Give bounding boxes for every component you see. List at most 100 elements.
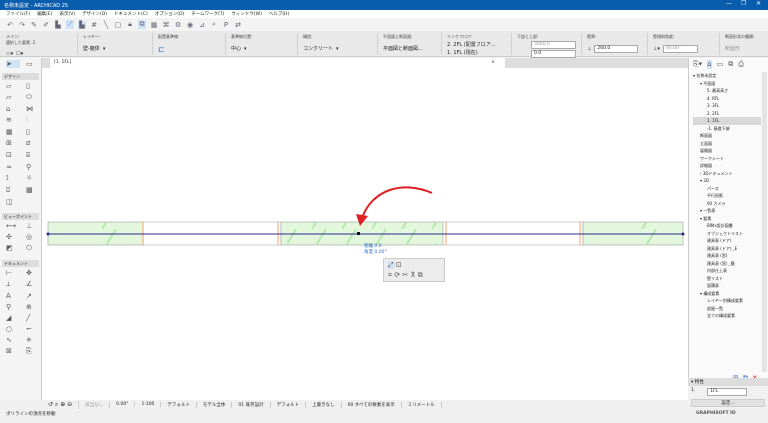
panel-tool-icon[interactable]: ◫ bbox=[6, 198, 20, 206]
spline-tool-icon[interactable]: ∿ bbox=[6, 336, 20, 344]
tree-item[interactable]: ▾ 一覧表 bbox=[693, 207, 761, 215]
detail-tool-icon[interactable]: ◩ bbox=[6, 244, 20, 252]
tree-item[interactable]: 建具表 (ドア) _E bbox=[693, 245, 761, 253]
roof-tool-icon[interactable]: ⌂ bbox=[6, 105, 20, 113]
tree-item[interactable]: › 3Dドキュメント bbox=[693, 170, 761, 178]
zoom-icon[interactable]: ⌕ bbox=[210, 20, 218, 29]
tree-item[interactable]: ▾ 名称未設定 bbox=[693, 72, 761, 80]
publisher-icon[interactable]: ⎙ bbox=[738, 60, 744, 69]
label-tool-icon[interactable]: ↗ bbox=[26, 292, 40, 300]
slab-tool-icon[interactable]: ⬭ bbox=[26, 93, 40, 102]
layout-book-icon[interactable]: ⧉ bbox=[728, 60, 733, 69]
home-story[interactable]: 1. 1FL (現在) bbox=[447, 49, 478, 56]
view-map-icon[interactable]: ▭ bbox=[717, 60, 724, 69]
tree-item[interactable]: 面積表 bbox=[693, 282, 761, 290]
tree-item[interactable]: 平行投影 bbox=[693, 192, 761, 200]
status-units[interactable]: ミリメートル bbox=[402, 401, 442, 408]
tree-item[interactable]: 5. 最高高さ bbox=[693, 87, 761, 95]
status-filter[interactable]: 00 すべての要素を表示 bbox=[342, 401, 402, 408]
top-story[interactable]: 2. 2FL (配置フロア... bbox=[447, 41, 496, 48]
floor-icon[interactable]: ▙ bbox=[54, 21, 62, 29]
tree-item[interactable]: レイヤー別構成要素 bbox=[693, 297, 761, 305]
bottom-field[interactable]: 0.0 bbox=[531, 50, 576, 58]
status-structure[interactable]: デフォルト bbox=[271, 401, 307, 408]
tree-item[interactable]: 2. 2FL bbox=[693, 110, 761, 118]
figure-tool-icon[interactable]: ⊠ bbox=[6, 347, 20, 356]
tree-item[interactable]: ▾ 3D bbox=[693, 177, 761, 185]
story-name-field[interactable]: 1FL bbox=[707, 388, 748, 396]
beam2-tool-icon[interactable]: ⌼ bbox=[6, 186, 20, 195]
select-icon[interactable]: ▢ bbox=[114, 21, 122, 29]
interior-elevation-tool-icon[interactable]: ✣ bbox=[6, 233, 20, 241]
tree-item[interactable]: オブジェクトリスト bbox=[693, 230, 761, 238]
teamwork-icon[interactable]: ⇄ bbox=[234, 21, 242, 29]
status-angle[interactable]: 0.00° bbox=[110, 402, 136, 407]
camera-tool-icon[interactable]: ⎔ bbox=[26, 244, 40, 252]
section-tool-icon[interactable]: ⟷ bbox=[6, 222, 20, 230]
zoom-controls[interactable]: ↺ ⌕ ⊕ ⊖ bbox=[42, 400, 80, 409]
menu-file[interactable]: ファイル(F) bbox=[6, 11, 30, 17]
undo-icon[interactable]: ↶ bbox=[6, 21, 14, 29]
tree-item[interactable]: 断面図 bbox=[693, 132, 761, 140]
snap-icon[interactable]: ⟋ bbox=[66, 20, 74, 29]
tree-item[interactable]: 4. RFL bbox=[693, 95, 761, 103]
status-pen-set[interactable]: デフォルト bbox=[161, 401, 197, 408]
guide-icon[interactable]: ▙ bbox=[78, 20, 86, 29]
menu-help[interactable]: ヘルプ(H) bbox=[269, 11, 289, 17]
tree-item[interactable]: ▾ 平面図 bbox=[693, 80, 761, 88]
plan-canvas[interactable]: 距離 0.0 角度 0.00° ⤢ ⊡ ⌗ ⟳ ✂ ⊼ ⧉ bbox=[42, 68, 688, 400]
beam-tool-icon[interactable]: ⏥ bbox=[6, 93, 20, 102]
tree-item[interactable]: 内部仕上表 bbox=[693, 267, 761, 275]
menu-edit[interactable]: 編集(E) bbox=[37, 11, 52, 17]
status-override[interactable]: 上書きなし bbox=[306, 401, 342, 408]
structure-select[interactable]: コンクリート bbox=[303, 45, 333, 52]
tree-item[interactable]: 3. 3FL bbox=[693, 102, 761, 110]
settings-button[interactable]: 設定... bbox=[691, 399, 765, 407]
shell-tool-icon[interactable]: ⋈ bbox=[26, 105, 40, 113]
minimize-button[interactable]: — bbox=[726, 0, 732, 7]
offset-all-icon[interactable]: ⟳ bbox=[394, 271, 400, 279]
measure-icon[interactable]: ⊿ bbox=[198, 21, 206, 29]
section-document[interactable]: ドキュメント bbox=[2, 260, 39, 267]
tree-item[interactable]: 展開図 bbox=[693, 147, 761, 155]
line-tool-icon[interactable]: ╱ bbox=[26, 314, 40, 322]
plan-section-select[interactable]: 平面図と断面図... bbox=[383, 45, 423, 52]
skylight-tool-icon[interactable]: ⧄ bbox=[26, 139, 40, 148]
reference-line-icon[interactable]: ⊏ bbox=[158, 45, 165, 54]
section-viewpoint[interactable]: ビューポイント bbox=[2, 213, 39, 220]
object-tool-icon[interactable]: ⚲ bbox=[26, 163, 40, 171]
project-map-icon[interactable]: ⌂ bbox=[707, 60, 712, 69]
worksheet-tool-icon[interactable]: ◎ bbox=[26, 233, 40, 241]
tree-item[interactable]: 壁リスト bbox=[693, 275, 761, 283]
tree-item[interactable]: 00 カメラ bbox=[693, 200, 761, 208]
tree-item[interactable]: パース bbox=[693, 185, 761, 193]
settings-icon[interactable]: ⚙ bbox=[174, 21, 182, 29]
redo-icon[interactable]: ↷ bbox=[18, 21, 26, 29]
section-design[interactable]: デザイン bbox=[2, 73, 39, 80]
tree-item[interactable]: 全ての構成要素 bbox=[693, 312, 761, 320]
column-tool-icon[interactable]: ▯ bbox=[26, 82, 40, 90]
trace-icon[interactable]: ⧉ bbox=[138, 20, 146, 29]
publish-icon[interactable]: P bbox=[222, 21, 230, 29]
favorites-button[interactable]: ☐▾ bbox=[16, 51, 23, 57]
tree-item[interactable]: 詳細図 bbox=[693, 162, 761, 170]
lamp-tool-icon[interactable]: ☼ bbox=[26, 174, 40, 183]
tree-item[interactable]: 建具表 (窓) bbox=[693, 252, 761, 260]
tab-close-button[interactable]: × bbox=[491, 60, 495, 65]
thickness-field[interactable]: 260.0 bbox=[594, 45, 639, 53]
menu-view[interactable]: 表示(V) bbox=[59, 11, 75, 17]
angle-dim-tool-icon[interactable]: ∠ bbox=[26, 280, 40, 289]
render-icon[interactable]: ◉ bbox=[186, 21, 194, 29]
tree-item[interactable]: 1. 1FL bbox=[693, 117, 761, 125]
refline-select[interactable]: 中心 bbox=[231, 45, 241, 52]
profile-select[interactable]: 断面形 bbox=[725, 45, 740, 52]
window-tool-icon[interactable]: ⊞ bbox=[6, 139, 20, 148]
fill-tool-icon[interactable]: ⊕ bbox=[26, 303, 40, 311]
tree-item[interactable]: ▾ 要素 bbox=[693, 215, 761, 223]
text-tool-icon[interactable]: A bbox=[6, 292, 20, 300]
line-icon[interactable]: ╲ bbox=[102, 21, 110, 29]
wall-tool-icon[interactable]: ▱ bbox=[6, 82, 20, 90]
top-field[interactable]: 3000.0 bbox=[531, 41, 576, 49]
menu-options[interactable]: オプション(O) bbox=[155, 11, 185, 17]
navigator-menu-icon[interactable]: ⎘▾ bbox=[693, 60, 702, 69]
